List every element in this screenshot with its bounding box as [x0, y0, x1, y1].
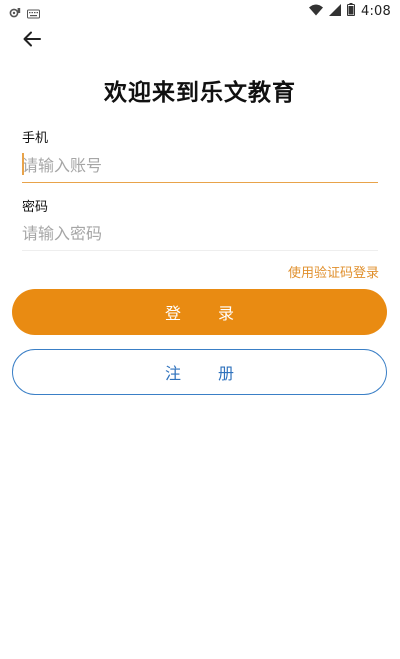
sms-login-link[interactable]: 使用验证码登录: [288, 262, 379, 281]
wifi-icon: [309, 4, 323, 20]
login-button[interactable]: 登 录: [12, 289, 387, 335]
arrow-left-icon: [23, 31, 41, 51]
phone-label: 手机: [22, 131, 49, 146]
password-label: 密码: [22, 200, 49, 215]
phone-input[interactable]: [22, 148, 378, 183]
status-time: 4:08: [361, 4, 391, 19]
register-button[interactable]: 注 册: [12, 349, 387, 395]
page-title: 欢迎来到乐文教育: [104, 80, 296, 106]
battery-icon: [347, 3, 355, 20]
text-caret: [22, 153, 24, 175]
gear-notification-icon: [9, 4, 21, 23]
status-bar-right: 4:08: [309, 3, 391, 20]
back-button[interactable]: [18, 27, 46, 55]
signal-icon: [329, 3, 341, 20]
status-bar-left: [9, 4, 40, 23]
keyboard-icon: [27, 4, 40, 23]
status-bar: 4:08: [0, 0, 400, 22]
password-input[interactable]: [22, 216, 378, 251]
